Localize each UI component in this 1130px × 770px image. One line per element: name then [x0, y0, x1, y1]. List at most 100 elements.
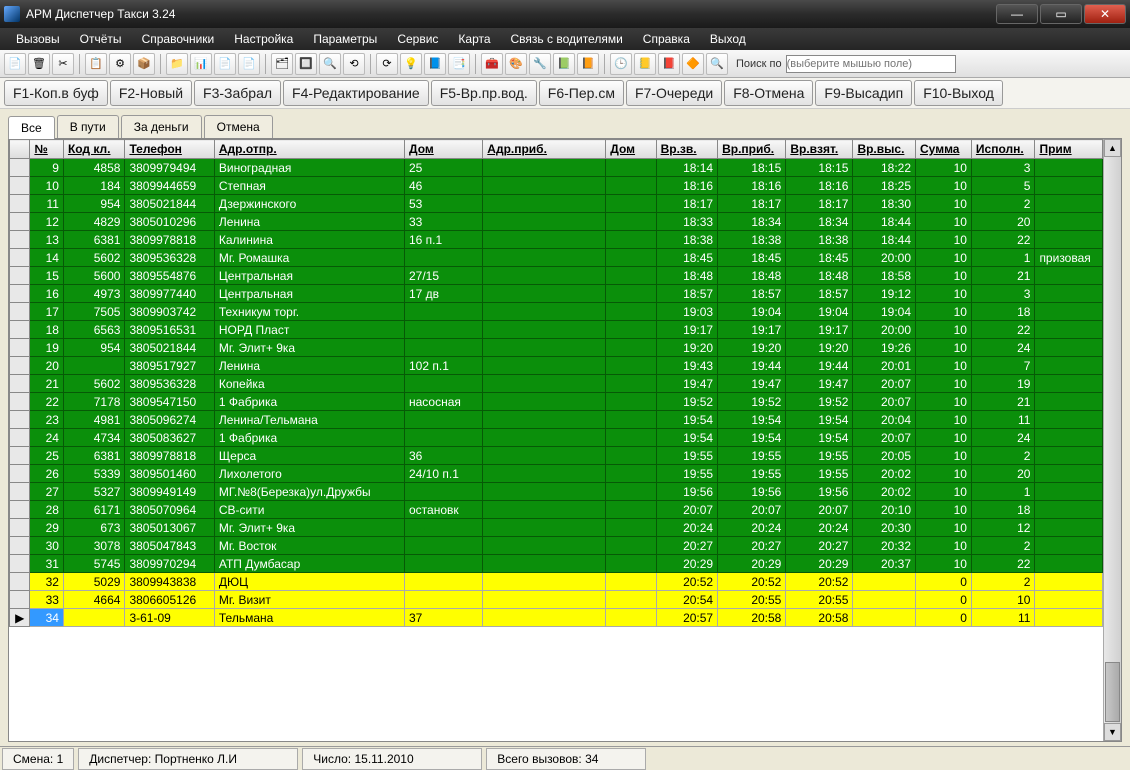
cell-sum[interactable]: 10	[916, 303, 972, 321]
cell-isp[interactable]: 22	[971, 321, 1035, 339]
cell-otpr[interactable]: СВ-сити	[214, 501, 404, 519]
cell-sum[interactable]: 10	[916, 321, 972, 339]
table-row[interactable]: 2653393809501460Лихолетого24/10 п.119:55…	[10, 465, 1103, 483]
cell-tel[interactable]: 3809978818	[125, 447, 214, 465]
cell-prib[interactable]	[483, 285, 606, 303]
cell-prib[interactable]	[483, 555, 606, 573]
cell-isp[interactable]: 10	[971, 591, 1035, 609]
table-row[interactable]: 1775053809903742Техникум торг.19:0319:04…	[10, 303, 1103, 321]
fkey-1[interactable]: F1-Коп.в буф	[4, 80, 108, 106]
col-13[interactable]: Прим	[1035, 140, 1103, 159]
cell-dom1[interactable]: 46	[405, 177, 483, 195]
cell-prim[interactable]	[1035, 609, 1103, 627]
cell-vzv[interactable]: 18:48	[656, 267, 718, 285]
cell-kod[interactable]: 5602	[63, 375, 125, 393]
cell-prib[interactable]	[483, 501, 606, 519]
cell-vzv[interactable]: 18:16	[656, 177, 718, 195]
cell-dom1[interactable]	[405, 555, 483, 573]
fkey-4[interactable]: F4-Редактирование	[283, 80, 429, 106]
cell-otpr[interactable]: АТП Думбасар	[214, 555, 404, 573]
cell-dom2[interactable]	[606, 537, 656, 555]
cell-prim[interactable]	[1035, 339, 1103, 357]
cell-vzv[interactable]: 20:27	[656, 537, 718, 555]
cell-sum[interactable]: 10	[916, 159, 972, 177]
menu-настройка[interactable]: Настройка	[224, 29, 303, 49]
col-1[interactable]: Код кл.	[63, 140, 125, 159]
cell-vprib[interactable]: 18:48	[718, 267, 786, 285]
row-handle[interactable]	[10, 249, 30, 267]
cell-kod[interactable]: 4734	[63, 429, 125, 447]
cell-isp[interactable]: 21	[971, 393, 1035, 411]
row-handle[interactable]	[10, 465, 30, 483]
toolbar-btn-13[interactable]: ⟲	[343, 53, 365, 75]
table-row[interactable]: 1363813809978818Калинина16 п.118:3818:38…	[10, 231, 1103, 249]
toolbar-btn-12[interactable]: 🔍	[319, 53, 341, 75]
cell-tel[interactable]: 3809536328	[125, 249, 214, 267]
cell-prim[interactable]	[1035, 483, 1103, 501]
cell-vvys[interactable]: 20:02	[853, 465, 916, 483]
cell-vprib[interactable]: 20:52	[718, 573, 786, 591]
cell-prim[interactable]	[1035, 411, 1103, 429]
cell-dom1[interactable]: 53	[405, 195, 483, 213]
row-handle[interactable]	[10, 591, 30, 609]
cell-vprib[interactable]: 19:55	[718, 465, 786, 483]
cell-vprib[interactable]: 19:55	[718, 447, 786, 465]
toolbar-btn-16[interactable]: 📘	[424, 53, 446, 75]
cell-vvys[interactable]: 20:10	[853, 501, 916, 519]
cell-kod[interactable]: 673	[63, 519, 125, 537]
cell-prim[interactable]	[1035, 429, 1103, 447]
cell-vvys[interactable]: 20:04	[853, 411, 916, 429]
cell-dom2[interactable]	[606, 267, 656, 285]
cell-vvys[interactable]: 19:12	[853, 285, 916, 303]
cell-vvys[interactable]: 20:05	[853, 447, 916, 465]
cell-dom2[interactable]	[606, 195, 656, 213]
cell-kod[interactable]	[63, 609, 125, 627]
cell-n[interactable]: 28	[30, 501, 64, 519]
menu-вызовы[interactable]: Вызовы	[6, 29, 70, 49]
cell-isp[interactable]: 2	[971, 447, 1035, 465]
cell-sum[interactable]: 10	[916, 465, 972, 483]
cell-vzv[interactable]: 18:57	[656, 285, 718, 303]
cell-prim[interactable]	[1035, 285, 1103, 303]
cell-vzv[interactable]: 19:03	[656, 303, 718, 321]
col-12[interactable]: Исполн.	[971, 140, 1035, 159]
cell-kod[interactable]: 5600	[63, 267, 125, 285]
col-5[interactable]: Адр.приб.	[483, 140, 606, 159]
cell-isp[interactable]: 11	[971, 411, 1035, 429]
cell-tel[interactable]: 3805013067	[125, 519, 214, 537]
cell-dom1[interactable]: 102 п.1	[405, 357, 483, 375]
cell-isp[interactable]: 21	[971, 267, 1035, 285]
vertical-scrollbar[interactable]: ▲ ▼	[1103, 139, 1121, 741]
cell-sum[interactable]: 10	[916, 375, 972, 393]
cell-prib[interactable]	[483, 249, 606, 267]
row-handle[interactable]	[10, 231, 30, 249]
cell-tel[interactable]: 3809943838	[125, 573, 214, 591]
cell-tel[interactable]: 3809517927	[125, 357, 214, 375]
cell-prim[interactable]	[1035, 357, 1103, 375]
table-row[interactable]: 3157453809970294АТП Думбасар20:2920:2920…	[10, 555, 1103, 573]
table-row[interactable]: 2156023809536328Копейка19:4719:4719:4720…	[10, 375, 1103, 393]
table-row[interactable]: 3250293809943838ДЮЦ20:5220:5220:5202	[10, 573, 1103, 591]
toolbar-btn-23[interactable]: 🕒	[610, 53, 632, 75]
cell-vzv[interactable]: 19:54	[656, 429, 718, 447]
cell-vprib[interactable]: 20:29	[718, 555, 786, 573]
cell-vprib[interactable]: 20:55	[718, 591, 786, 609]
cell-otpr[interactable]: Техникум торг.	[214, 303, 404, 321]
cell-dom2[interactable]	[606, 609, 656, 627]
cell-kod[interactable]: 6563	[63, 321, 125, 339]
cell-prim[interactable]	[1035, 231, 1103, 249]
cell-vvz[interactable]: 20:58	[786, 609, 853, 627]
cell-vzv[interactable]: 19:17	[656, 321, 718, 339]
cell-dom1[interactable]	[405, 303, 483, 321]
cell-n[interactable]: 16	[30, 285, 64, 303]
cell-vvys[interactable]	[853, 609, 916, 627]
cell-prim[interactable]	[1035, 159, 1103, 177]
cell-vvys[interactable]: 18:25	[853, 177, 916, 195]
cell-vprib[interactable]: 19:54	[718, 411, 786, 429]
cell-kod[interactable]: 4829	[63, 213, 125, 231]
cell-dom2[interactable]	[606, 321, 656, 339]
cell-prib[interactable]	[483, 411, 606, 429]
cell-vvz[interactable]: 19:55	[786, 465, 853, 483]
toolbar-btn-4[interactable]: ⚙	[109, 53, 131, 75]
row-handle[interactable]	[10, 429, 30, 447]
